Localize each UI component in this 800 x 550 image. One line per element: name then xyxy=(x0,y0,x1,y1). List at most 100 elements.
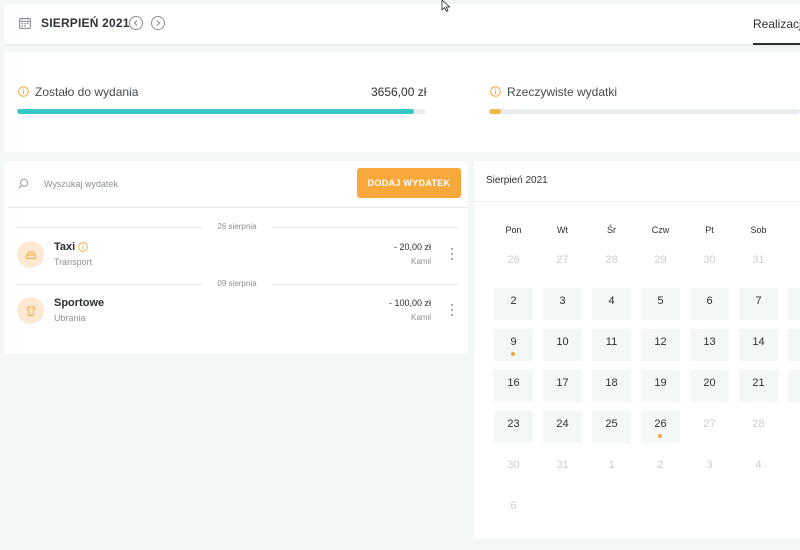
expense-row[interactable]: Sportowe Ubrania - 100,00 zł Kamil xyxy=(16,291,460,331)
weekday-label: Śr xyxy=(607,225,616,235)
info-icon xyxy=(490,86,501,97)
day-number: 30 xyxy=(507,459,520,471)
calendar-day[interactable]: 5 xyxy=(641,288,680,320)
day-number: 10 xyxy=(556,336,569,348)
mouse-cursor-icon xyxy=(441,0,451,12)
calendar-day-outside: 29 xyxy=(788,411,800,443)
day-number: 17 xyxy=(556,377,569,389)
calendar-day[interactable]: 22 xyxy=(788,370,800,402)
weekday-label: Pon xyxy=(505,225,522,235)
calendar-day[interactable]: 16 xyxy=(494,370,533,402)
day-number: 6 xyxy=(510,500,517,512)
tab-realizacja[interactable]: Realizacja xyxy=(753,17,800,31)
calendar-day[interactable]: 6 xyxy=(690,288,729,320)
calendar-day[interactable]: 19 xyxy=(641,370,680,402)
expense-category: Ubrania xyxy=(54,313,86,323)
calendar-day-outside: 27 xyxy=(543,247,582,279)
calendar-day[interactable]: 15 xyxy=(788,329,800,361)
date-separator: 26 sierpnia xyxy=(16,221,458,233)
expense-category: Transport xyxy=(54,257,93,267)
shirt-icon xyxy=(26,305,35,316)
day-number: 5 xyxy=(657,295,664,307)
day-number: 27 xyxy=(556,254,569,266)
day-number: 24 xyxy=(556,418,569,430)
info-icon xyxy=(78,242,88,252)
calendar-day[interactable]: 23 xyxy=(494,411,533,443)
budget-summary: Zostało do wydania 3656,00 zł Rzeczywist… xyxy=(4,52,800,152)
expense-dot-indicator xyxy=(511,352,515,356)
calendar-day[interactable]: 14 xyxy=(739,329,778,361)
calendar-day-outside: 28 xyxy=(592,247,631,279)
day-number: 4 xyxy=(608,295,615,307)
day-number: 3 xyxy=(559,295,566,307)
calendar-day[interactable]: 7 xyxy=(739,288,778,320)
day-number: 31 xyxy=(752,254,765,266)
search-input[interactable] xyxy=(44,175,344,193)
expense-row[interactable]: Taxi Transport - 20,00 zł Kamil xyxy=(16,235,460,275)
calendar-day-outside: 31 xyxy=(543,452,582,484)
calendar-day-outside: 27 xyxy=(690,411,729,443)
calendar-day-outside: 1 xyxy=(788,247,800,279)
remaining-label: Zostało do wydania xyxy=(35,85,139,99)
day-number: 26 xyxy=(654,418,667,430)
actual-expenses-label: Rzeczywiste wydatki xyxy=(507,85,618,99)
previous-month-button[interactable] xyxy=(129,16,143,30)
day-number: 19 xyxy=(654,377,667,389)
calendar-day[interactable]: 25 xyxy=(592,411,631,443)
calendar-day-outside: 31 xyxy=(739,247,778,279)
day-number: 29 xyxy=(654,254,667,266)
more-options-icon[interactable] xyxy=(448,304,456,316)
calendar-day-outside: 30 xyxy=(494,452,533,484)
actual-expenses-progress-fill xyxy=(489,109,502,114)
calendar-day[interactable]: 4 xyxy=(592,288,631,320)
next-month-button[interactable] xyxy=(151,16,165,30)
calendar-title: Sierpień 2021 xyxy=(486,175,548,186)
date-separator: 09 sierpnia xyxy=(16,278,458,290)
expenses-panel: DODAJ WYDATEK 26 sierpnia Taxi Transport… xyxy=(4,161,468,354)
calendar-day[interactable]: 18 xyxy=(592,370,631,402)
calendar-day-outside: 6 xyxy=(494,493,533,525)
calendar-day-outside: 2 xyxy=(641,452,680,484)
expense-name: Taxi xyxy=(54,241,76,253)
day-number: 30 xyxy=(703,254,716,266)
day-number: 31 xyxy=(556,459,569,471)
day-number: 23 xyxy=(507,418,520,430)
calendar-day[interactable]: 20 xyxy=(690,370,729,402)
calendar-panel: Sierpień 2021 PonWtŚrCzwPtSobN2627282930… xyxy=(474,161,800,539)
weekday-label: Sob xyxy=(750,225,767,235)
calendar-day-outside: 4 xyxy=(739,452,778,484)
day-number: 21 xyxy=(752,377,765,389)
actual-expenses-progress-bar xyxy=(489,109,800,114)
weekday-label: Czw xyxy=(651,225,670,235)
calendar-icon xyxy=(19,17,31,29)
divider xyxy=(8,207,468,208)
calendar-day[interactable]: 3 xyxy=(543,288,582,320)
add-expense-button[interactable]: DODAJ WYDATEK xyxy=(357,168,461,198)
chevron-right-icon xyxy=(156,20,161,26)
calendar-day[interactable]: 8 xyxy=(788,288,800,320)
day-number: 14 xyxy=(752,336,765,348)
calendar-day[interactable]: 9 xyxy=(494,329,533,361)
day-number: 26 xyxy=(507,254,520,266)
category-avatar xyxy=(17,297,44,324)
calendar-day[interactable]: 13 xyxy=(690,329,729,361)
day-number: 28 xyxy=(752,418,765,430)
calendar-day[interactable]: 24 xyxy=(543,411,582,443)
calendar-day[interactable]: 2 xyxy=(494,288,533,320)
day-number: 28 xyxy=(605,254,618,266)
expense-name: Sportowe xyxy=(54,297,105,309)
more-options-icon[interactable] xyxy=(448,248,456,260)
remaining-value: 3656,00 zł xyxy=(371,85,427,99)
day-number: 1 xyxy=(608,459,615,471)
calendar-day[interactable]: 17 xyxy=(543,370,582,402)
weekday-label: Pt xyxy=(705,225,714,235)
calendar-day[interactable]: 21 xyxy=(739,370,778,402)
info-icon xyxy=(18,86,29,97)
day-number: 16 xyxy=(507,377,520,389)
calendar-day[interactable]: 10 xyxy=(543,329,582,361)
calendar-day[interactable]: 12 xyxy=(641,329,680,361)
chevron-left-icon xyxy=(133,20,138,26)
calendar-day[interactable]: 26 xyxy=(641,411,680,443)
calendar-day[interactable]: 11 xyxy=(592,329,631,361)
calendar-day-outside: 5 xyxy=(788,452,800,484)
